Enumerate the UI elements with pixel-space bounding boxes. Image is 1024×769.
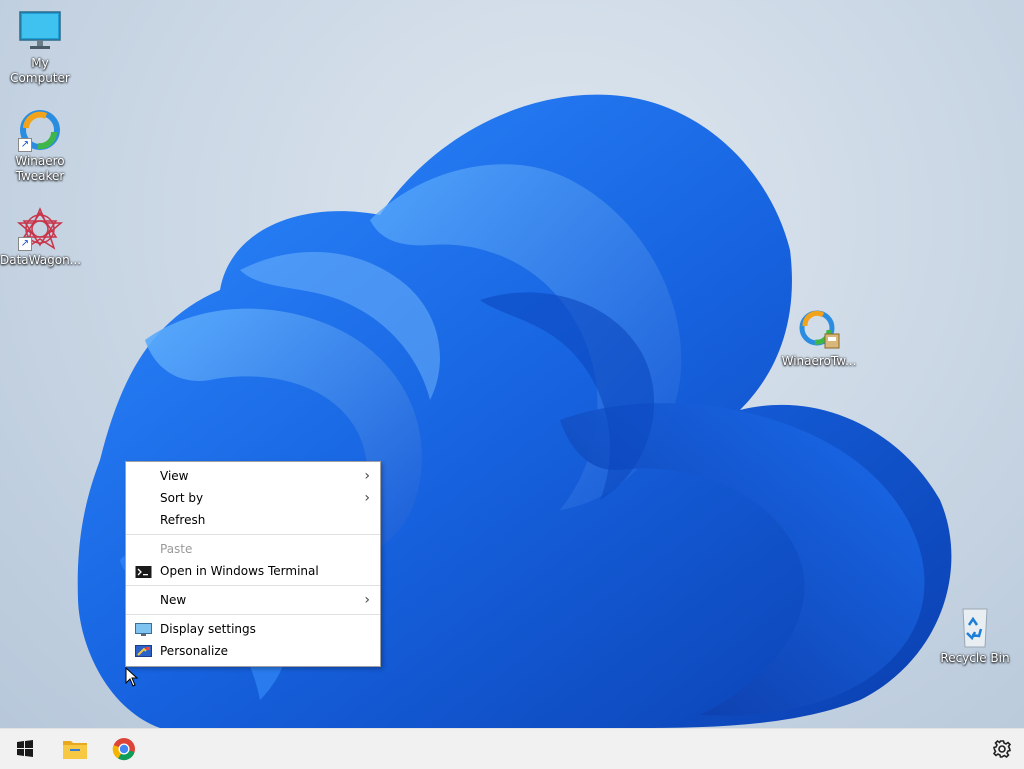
menu-separator — [126, 534, 380, 535]
mouse-cursor-icon — [125, 667, 139, 687]
menu-item-view[interactable]: View › — [126, 465, 380, 487]
desktop[interactable]: My Computer ↗ Winaero Tweaker ↗ DataWago… — [0, 0, 1024, 728]
desktop-icon-label: Tweaker — [15, 169, 65, 183]
desktop-icon-recycle-bin[interactable]: Recycle Bin — [935, 605, 1015, 666]
recycle-bin-icon — [951, 605, 999, 649]
terminal-icon — [135, 564, 152, 578]
desktop-icon-label: WinaeroTw... — [781, 354, 857, 368]
winaero-tweaker-installer-icon — [795, 308, 843, 352]
chevron-right-icon: › — [364, 592, 370, 608]
chevron-right-icon: › — [364, 490, 370, 506]
menu-item-open-in-windows-terminal[interactable]: Open in Windows Terminal — [126, 560, 380, 582]
menu-item-label: Paste — [160, 542, 193, 556]
folder-icon — [63, 741, 87, 759]
menu-item-display-settings[interactable]: Display settings — [126, 618, 380, 640]
shortcut-arrow-icon: ↗ — [18, 237, 32, 251]
menu-item-label: Refresh — [160, 513, 206, 527]
taskbar-settings[interactable] — [986, 733, 1018, 765]
desktop-icon-winaero-tweaker[interactable]: ↗ Winaero Tweaker — [0, 108, 80, 184]
taskbar — [0, 728, 1024, 769]
menu-item-personalize[interactable]: Personalize — [126, 640, 380, 662]
taskbar-file-explorer[interactable] — [59, 733, 91, 765]
start-button[interactable] — [9, 733, 41, 765]
menu-item-label: Open in Windows Terminal — [160, 564, 319, 578]
desktop-context-menu: View › Sort by › Refresh Paste Open in W… — [125, 461, 381, 667]
menu-item-label: View — [160, 469, 189, 483]
menu-item-label: Personalize — [160, 644, 229, 658]
chrome-icon — [112, 738, 135, 761]
menu-item-sort-by[interactable]: Sort by › — [126, 487, 380, 509]
menu-separator — [126, 585, 380, 586]
desktop-icon-my-computer[interactable]: My Computer — [0, 10, 80, 86]
desktop-icon-winaero-tweaker-installer[interactable]: WinaeroTw... — [779, 308, 859, 369]
menu-item-new[interactable]: New › — [126, 589, 380, 611]
menu-separator — [126, 614, 380, 615]
desktop-icon-label: Winaero — [15, 154, 65, 168]
desktop-icon-label: Recycle Bin — [940, 651, 1010, 665]
personalize-icon — [135, 644, 152, 658]
gear-icon — [992, 739, 1012, 759]
menu-item-label: Sort by — [160, 491, 204, 505]
windows-logo-icon — [17, 740, 33, 757]
menu-item-label: New — [160, 593, 187, 607]
chevron-right-icon: › — [364, 468, 370, 484]
menu-item-paste: Paste — [126, 538, 380, 560]
desktop-icon-label: DataWagon... — [0, 253, 82, 267]
taskbar-chrome[interactable] — [108, 733, 140, 765]
winaero-tweaker-icon: ↗ — [16, 108, 64, 152]
display-icon — [135, 622, 152, 636]
monitor-icon — [16, 10, 64, 54]
datawagon-icon: ↗ — [16, 207, 64, 251]
desktop-icon-datawagon[interactable]: ↗ DataWagon... — [0, 207, 82, 268]
menu-item-label: Display settings — [160, 622, 256, 636]
menu-item-refresh[interactable]: Refresh — [126, 509, 380, 531]
shortcut-arrow-icon: ↗ — [18, 138, 32, 152]
desktop-icon-label: My Computer — [10, 56, 70, 85]
